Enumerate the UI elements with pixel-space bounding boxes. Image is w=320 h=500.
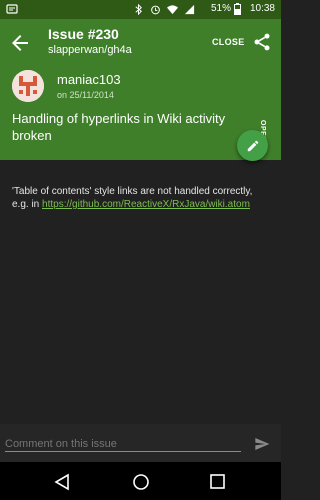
issue-body: 'Table of contents' style links are not …: [12, 185, 262, 211]
nav-back-icon[interactable]: [52, 472, 72, 492]
pencil-icon: [247, 140, 258, 151]
status-bar: 51% 10:38: [0, 0, 281, 19]
notification-icon: [6, 4, 18, 14]
clock: 10:38: [249, 3, 275, 14]
issue-date: on 25/11/2014: [57, 90, 114, 100]
close-issue-button[interactable]: CLOSE: [212, 37, 245, 47]
battery-level: 51%: [210, 3, 231, 14]
comment-composer: [0, 424, 281, 462]
author-name[interactable]: maniac103: [57, 72, 121, 87]
identicon-icon: [12, 70, 44, 102]
nav-recents-icon[interactable]: [209, 473, 226, 490]
issue-body-link[interactable]: https://github.com/ReactiveX/RxJava/wiki…: [42, 199, 250, 210]
comment-input[interactable]: [5, 437, 241, 452]
avatar[interactable]: [12, 70, 44, 102]
navigation-bar: [0, 462, 281, 500]
edit-button[interactable]: [237, 130, 268, 161]
alarm-icon: [151, 5, 160, 14]
issue-heading: Handling of hyperlinks in Wiki activity …: [12, 111, 226, 143]
wifi-icon: [167, 4, 178, 14]
bluetooth-icon: [135, 3, 142, 15]
back-arrow-icon[interactable]: [8, 31, 32, 55]
share-icon[interactable]: [252, 32, 272, 52]
battery-icon: [234, 3, 241, 15]
repo-name[interactable]: slapperwan/gh4a: [48, 44, 132, 56]
signal-icon: [184, 4, 195, 14]
nav-home-icon[interactable]: [131, 472, 151, 492]
send-icon[interactable]: [253, 436, 271, 452]
page-title: Issue #230: [48, 26, 119, 42]
